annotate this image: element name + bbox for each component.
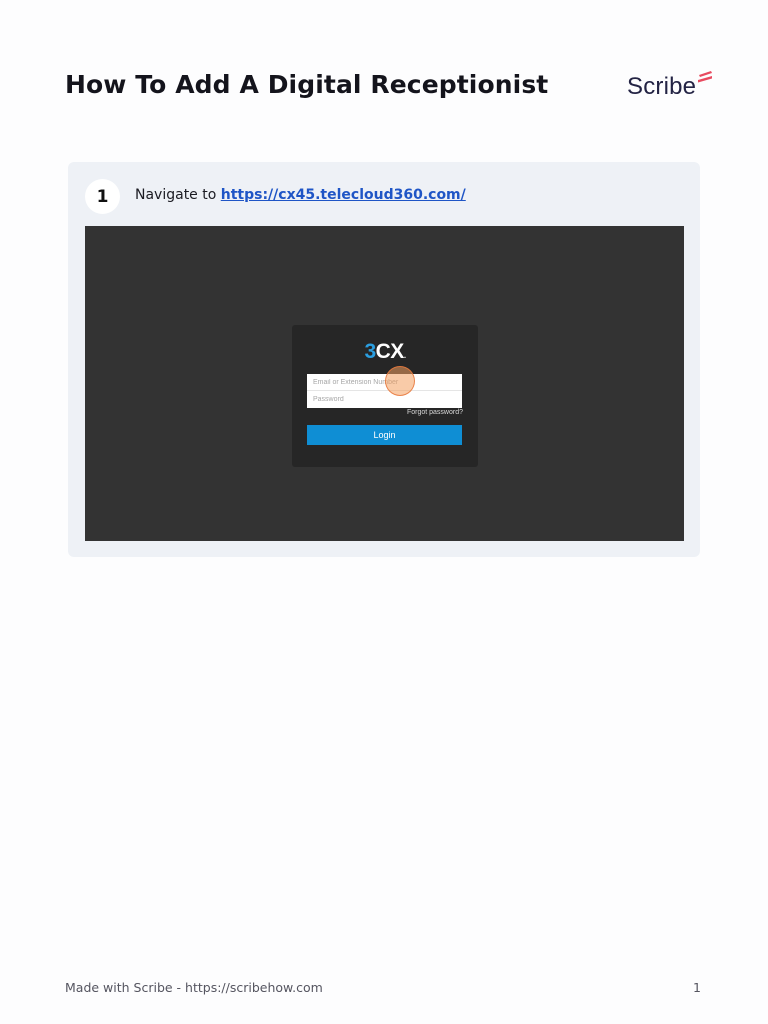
footer-attribution: Made with Scribe - https://scribehow.com xyxy=(65,980,323,995)
scribe-logo: Scribe xyxy=(627,70,713,102)
scribe-stripes-icon xyxy=(698,71,713,83)
step-link[interactable]: https://cx45.telecloud360.com/ xyxy=(221,187,466,203)
step-instruction-text: Navigate to xyxy=(135,187,221,203)
scribe-wordmark: Scribe xyxy=(627,73,697,100)
password-field[interactable] xyxy=(307,391,462,408)
login-button[interactable]: Login xyxy=(307,425,462,445)
forgot-password-link[interactable]: Forgot password? xyxy=(407,409,463,416)
login-panel: 3CX. Forgot password? Login xyxy=(292,325,478,467)
logo-dot: . xyxy=(403,351,406,360)
step-card: 1 Navigate to https://cx45.telecloud360.… xyxy=(68,162,700,557)
page-number: 1 xyxy=(693,980,701,995)
logo-cx: CX xyxy=(375,340,405,363)
step-screenshot: 3CX. Forgot password? Login xyxy=(85,226,684,541)
click-indicator xyxy=(385,366,415,396)
logo-three: 3 xyxy=(364,340,376,363)
3cx-logo: 3CX. xyxy=(292,340,478,364)
page-title: How To Add A Digital Receptionist xyxy=(65,70,549,99)
step-number-badge: 1 xyxy=(85,179,120,214)
step-instruction: Navigate to https://cx45.telecloud360.co… xyxy=(135,187,466,203)
